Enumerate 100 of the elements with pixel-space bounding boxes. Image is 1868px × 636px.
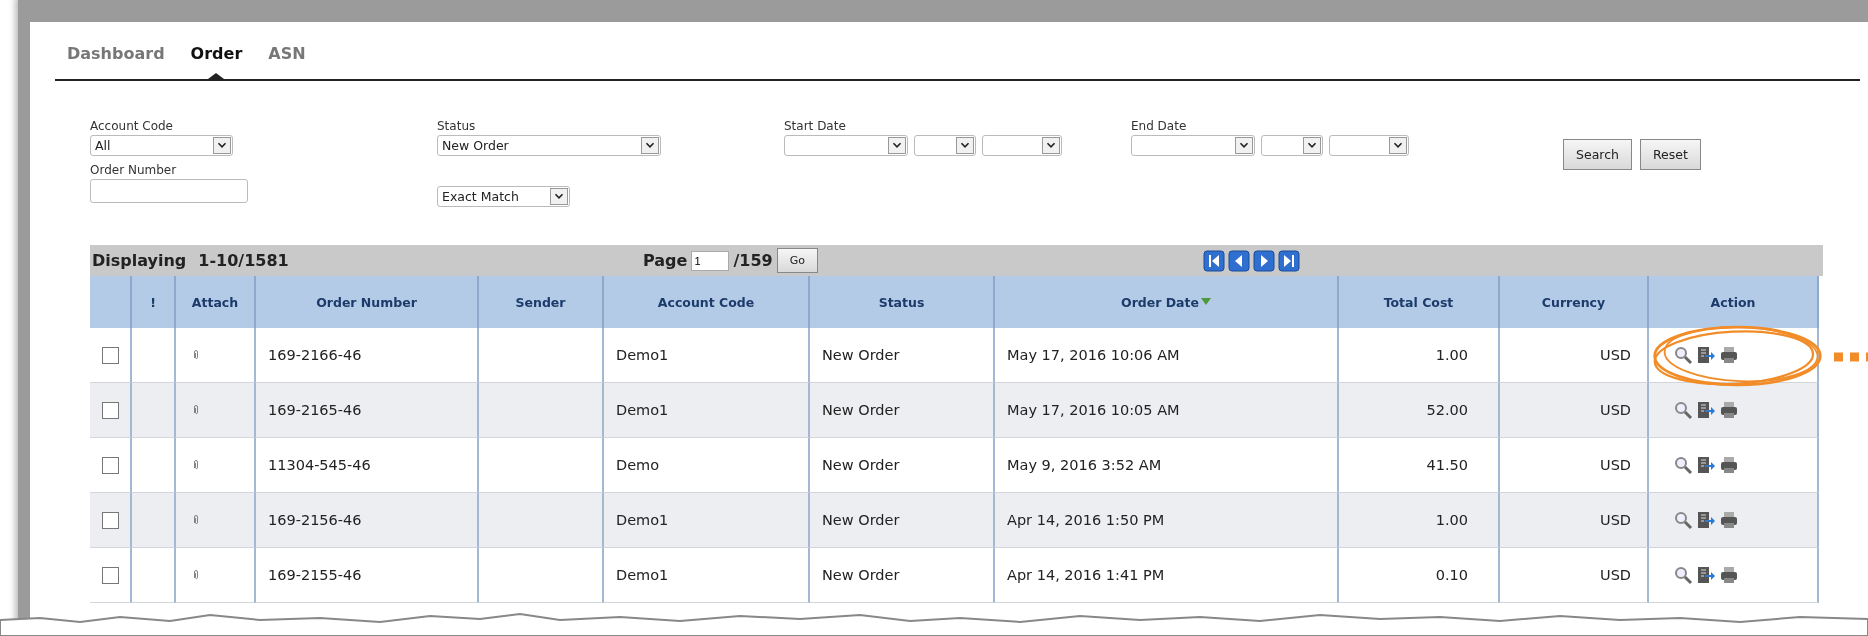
chevron-down-icon — [550, 188, 568, 205]
match-select[interactable]: Exact Match — [437, 186, 570, 207]
table-cell: May 17, 2016 10:06 AM — [995, 328, 1339, 383]
table-cell: USD — [1500, 548, 1649, 603]
table-cell: USD — [1500, 438, 1649, 493]
day-select[interactable] — [914, 135, 976, 156]
table-cell: USD — [1500, 328, 1649, 383]
table-cell: 52.00 — [1339, 383, 1500, 438]
tab[interactable]: Dashboard — [67, 44, 165, 79]
day-select[interactable] — [1261, 135, 1323, 156]
row-checkbox[interactable] — [101, 566, 119, 584]
previous-page-icon[interactable] — [1228, 249, 1250, 272]
search-icon[interactable] — [1673, 455, 1693, 475]
table-cell: 1.00 — [1339, 328, 1500, 383]
column-header[interactable]: Total Cost — [1339, 276, 1500, 328]
year-select[interactable] — [1329, 135, 1409, 156]
search-icon[interactable] — [1673, 345, 1693, 365]
column-header[interactable]: Attach — [176, 276, 256, 328]
page-label: Page — [643, 251, 688, 270]
column-header[interactable]: Account Code — [604, 276, 810, 328]
printer-icon[interactable] — [1719, 455, 1739, 475]
month-select[interactable] — [1131, 135, 1255, 156]
table-cell: 169-2155-46 — [256, 548, 479, 603]
tab[interactable]: Order — [190, 44, 243, 79]
table-cell: Apr 14, 2016 1:41 PM — [995, 548, 1339, 603]
printer-icon[interactable] — [1719, 510, 1739, 530]
record-range: 1-10/1581 — [198, 251, 289, 270]
table-cell: Demo1 — [604, 328, 810, 383]
chevron-down-icon — [1042, 137, 1060, 154]
header-cell — [90, 276, 132, 328]
table-cell: Demo — [604, 438, 810, 493]
column-header[interactable]: Sender — [479, 276, 604, 328]
table-cell: New Order — [810, 548, 995, 603]
column-header[interactable]: Action — [1649, 276, 1819, 328]
document-arrow-icon[interactable] — [1696, 510, 1716, 530]
column-header[interactable]: Currency — [1500, 276, 1649, 328]
field-label: Status — [437, 119, 477, 133]
chevron-down-icon — [1389, 137, 1407, 154]
table-cell: New Order — [810, 493, 995, 548]
tab[interactable]: ASN — [268, 44, 306, 79]
table-cell: 169-2165-46 — [256, 383, 479, 438]
table-cell: 0.10 — [1339, 548, 1500, 603]
field-label: Account Code — [90, 119, 174, 133]
column-header[interactable]: Status — [810, 276, 995, 328]
row-checkbox[interactable] — [101, 401, 119, 419]
table-cell: USD — [1500, 383, 1649, 438]
action-button[interactable]: Search — [1563, 139, 1632, 170]
order-number-field[interactable] — [90, 179, 248, 203]
document-arrow-icon[interactable] — [1696, 400, 1716, 420]
last-page-icon[interactable] — [1278, 249, 1300, 272]
field-label: End Date — [1131, 119, 1188, 133]
go-button[interactable]: Go — [776, 248, 818, 273]
printer-icon[interactable] — [1719, 345, 1739, 365]
table-cell: Demo1 — [604, 383, 810, 438]
chevron-down-icon — [641, 137, 659, 154]
field-label: Start Date — [784, 119, 847, 133]
table-cell: Apr 14, 2016 1:50 PM — [995, 493, 1339, 548]
document-arrow-icon[interactable] — [1696, 565, 1716, 585]
account-code-select[interactable]: All — [90, 135, 233, 156]
table-cell: 169-2166-46 — [256, 328, 479, 383]
action-button[interactable]: Reset — [1639, 139, 1701, 170]
row-checkbox[interactable] — [101, 346, 119, 364]
printer-icon[interactable] — [1719, 400, 1739, 420]
row-checkbox[interactable] — [101, 456, 119, 474]
year-select[interactable] — [982, 135, 1062, 156]
table-cell: USD — [1500, 493, 1649, 548]
chevron-down-icon — [1303, 137, 1321, 154]
table-cell: 41.50 — [1339, 438, 1500, 493]
table-cell: New Order — [810, 438, 995, 493]
search-icon[interactable] — [1673, 565, 1693, 585]
search-icon[interactable] — [1673, 510, 1693, 530]
page-total: /159 — [733, 251, 773, 270]
chevron-down-icon — [213, 137, 231, 154]
table-cell: New Order — [810, 383, 995, 438]
page-field[interactable]: 1 — [691, 250, 730, 271]
status-select[interactable]: New Order — [437, 135, 661, 156]
displaying-label: Displaying — [92, 251, 187, 270]
row-checkbox[interactable] — [101, 511, 119, 529]
table-cell: New Order — [810, 328, 995, 383]
table-cell: May 17, 2016 10:05 AM — [995, 383, 1339, 438]
chevron-down-icon — [888, 137, 906, 154]
next-page-icon[interactable] — [1253, 249, 1275, 272]
chevron-down-icon — [1235, 137, 1253, 154]
first-page-icon[interactable] — [1203, 249, 1225, 272]
field-label: Order Number — [90, 163, 178, 177]
chevron-down-icon — [956, 137, 974, 154]
column-header[interactable]: Order Number — [256, 276, 479, 328]
printer-icon[interactable] — [1719, 565, 1739, 585]
search-icon[interactable] — [1673, 400, 1693, 420]
column-header[interactable]: ! — [132, 276, 176, 328]
table-cell: 1.00 — [1339, 493, 1500, 548]
table-cell: 169-2156-46 — [256, 493, 479, 548]
dotted-leader-line — [1834, 352, 1868, 362]
document-arrow-icon[interactable] — [1696, 345, 1716, 365]
document-arrow-icon[interactable] — [1696, 455, 1716, 475]
month-select[interactable] — [784, 135, 908, 156]
column-header[interactable]: Order Date — [995, 276, 1339, 328]
table-cell: May 9, 2016 3:52 AM — [995, 438, 1339, 493]
table-cell: Demo1 — [604, 548, 810, 603]
table-cell: Demo1 — [604, 493, 810, 548]
